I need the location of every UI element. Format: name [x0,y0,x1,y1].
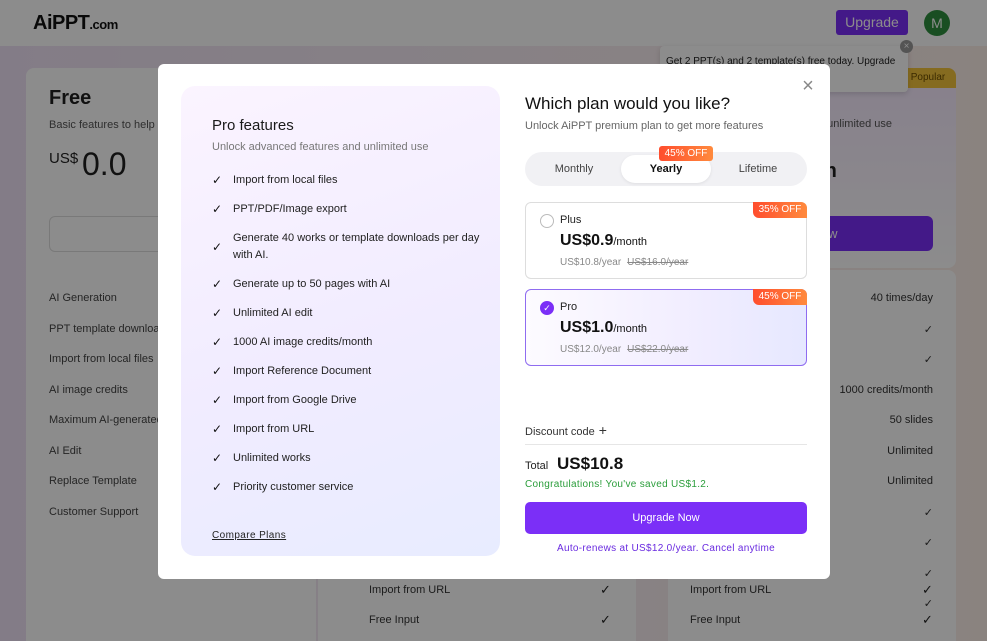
plus-radio[interactable] [540,214,554,228]
feature-item: ✓ Unlimited works [212,451,311,465]
feature-item: ✓ Import from local files [212,173,338,187]
check-icon: ✓ [212,335,223,349]
close-icon[interactable]: × [798,76,818,96]
feature-item: ✓ Import Reference Document [212,364,372,378]
savings-message: Congratulations! You've saved US$1.2. [525,479,710,490]
discount-code-toggle[interactable]: Discount code + [525,422,607,438]
pro-features-subtitle: Unlock advanced features and unlimited u… [212,141,429,153]
pro-radio-checked[interactable]: ✓ [540,301,554,315]
plus-discount-badge: 35% OFF [753,202,807,218]
plus-icon[interactable]: + [599,422,607,438]
check-icon: ✓ [212,451,223,465]
total-value: US$10.8 [557,454,624,473]
pro-plan-option[interactable]: ✓ Pro US$1.0/month US$12.0/year US$22.0/y… [525,289,807,366]
pro-discount-badge: 45% OFF [753,289,807,305]
plan-question-subtitle: Unlock AiPPT premium plan to get more fe… [525,120,764,132]
yearly-discount-badge: 45% OFF [659,146,713,161]
pro-plan-name: Pro [560,301,578,313]
check-icon: ✓ [212,239,223,254]
tab-lifetime[interactable]: Lifetime [713,155,803,183]
upgrade-modal: Pro features Unlock advanced features an… [158,64,830,579]
feature-item: ✓ 1000 AI image credits/month [212,335,373,349]
pro-plan-price: US$1.0/month [560,319,648,336]
check-icon: ✓ [212,306,223,320]
pro-feature-list: ✓ Import from local files ✓ PPT/PDF/Image … [212,166,487,502]
feature-item: ✓ PPT/PDF/Image export [212,202,347,216]
feature-item: ✓ Generate 40 works or template downloads… [212,232,480,261]
divider [525,444,807,445]
feature-item: ✓ Unlimited AI edit [212,306,313,320]
pro-features-title: Pro features [212,117,294,134]
check-icon: ✓ [212,202,223,216]
auto-renew-note: Auto-renews at US$12.0/year. Cancel anyt… [556,543,775,554]
upgrade-now-button[interactable]: Upgrade Now [525,502,807,534]
feature-item: ✓ Import from URL [212,422,315,436]
plus-plan-option[interactable]: Plus US$0.9/month US$10.8/year US$16.0/ye… [525,202,807,279]
check-icon: ✓ [212,277,223,291]
compare-plans-link[interactable]: Compare Plans [212,530,286,541]
plus-plan-original-price: US$16.0/year [627,257,689,268]
plan-question-title: Which plan would you like? [525,94,731,113]
pro-features-panel: Pro features Unlock advanced features an… [181,86,500,556]
feature-item: ✓ Generate up to 50 pages with AI [212,277,391,291]
plus-plan-name: Plus [560,214,582,226]
plus-plan-price: US$0.9/month [560,232,648,249]
feature-item: ✓ Import from Google Drive [212,393,357,407]
total-label: Total [525,460,549,472]
feature-item: ✓ Priority customer service [212,480,354,494]
check-icon: ✓ [212,364,223,378]
pro-plan-yearly: US$12.0/year US$22.0/year [560,344,689,355]
check-icon: ✓ [212,393,223,407]
check-icon: ✓ [212,173,223,187]
plus-plan-yearly: US$10.8/year US$16.0/year [560,257,689,268]
tab-monthly[interactable]: Monthly [529,155,619,183]
check-icon: ✓ [212,422,223,436]
pro-plan-original-price: US$22.0/year [627,344,689,355]
check-icon: ✓ [212,480,223,494]
